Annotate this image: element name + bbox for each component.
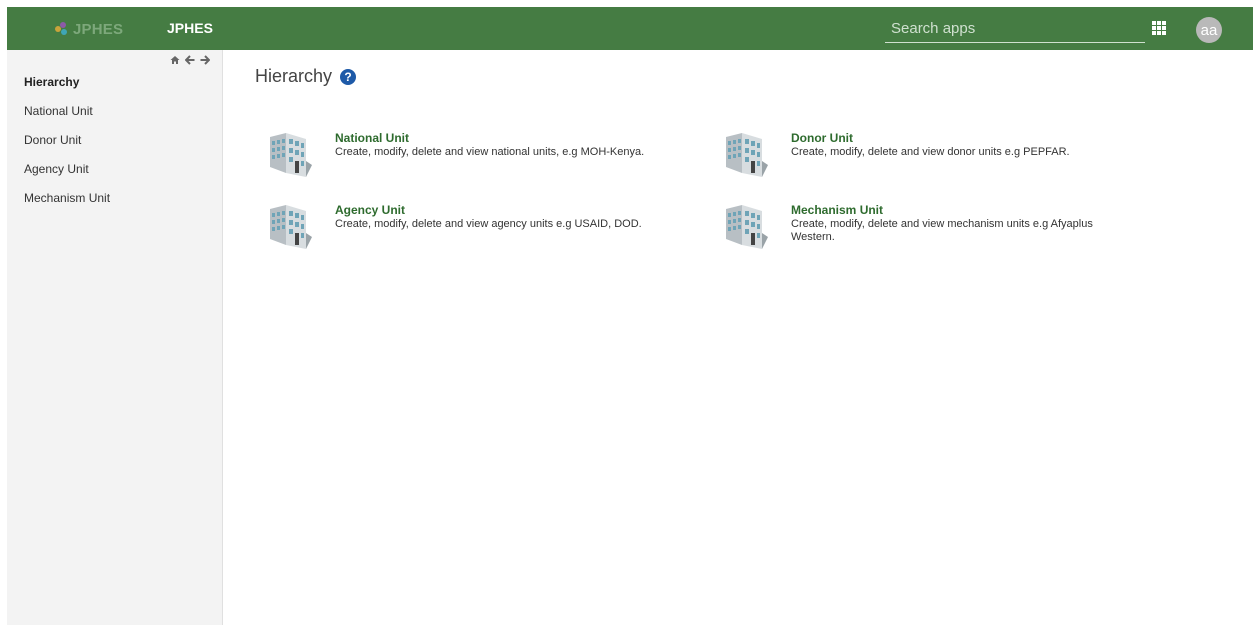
logo-text: JPHES [73, 20, 124, 38]
grid-icon[interactable] [1152, 21, 1166, 35]
card-description: Create, modify, delete and view mechanis… [791, 218, 1093, 243]
card-description: Create, modify, delete and view donor un… [791, 146, 1070, 158]
sidebar-menu: Hierarchy National Unit Donor Unit Agenc… [7, 72, 222, 217]
question-icon[interactable]: ? [340, 68, 357, 85]
app-logo[interactable]: JPHES [55, 20, 123, 38]
page-title: Hierarchy ? [255, 66, 357, 87]
card-title[interactable]: National Unit [335, 131, 409, 145]
building-icon [726, 133, 768, 177]
home-icon[interactable] [170, 54, 180, 68]
sidebar-item-donor-unit[interactable]: Donor Unit [7, 130, 222, 159]
page-title-text: Hierarchy [255, 66, 333, 86]
card-mechanism-unit[interactable]: Mechanism Unit Create, modify, delete an… [724, 203, 1144, 253]
card-description: Create, modify, delete and view national… [335, 146, 645, 158]
search-input[interactable] [885, 16, 1151, 40]
sidebar-nav-icons [170, 54, 211, 68]
building-icon [726, 205, 768, 249]
logo-icon [55, 22, 69, 36]
sidebar-item-hierarchy[interactable]: Hierarchy [7, 72, 222, 101]
sidebar-item-national-unit[interactable]: National Unit [7, 101, 222, 130]
search-apps [885, 16, 1151, 43]
card-title[interactable]: Mechanism Unit [791, 203, 883, 217]
card-title[interactable]: Donor Unit [791, 131, 853, 145]
top-header-bar: JPHES JPHES aa [7, 7, 1253, 50]
sidebar-item-agency-unit[interactable]: Agency Unit [7, 159, 222, 188]
user-avatar[interactable]: aa [1196, 17, 1222, 43]
sidebar: Hierarchy National Unit Donor Unit Agenc… [7, 50, 223, 625]
building-icon [270, 205, 312, 249]
card-description: Create, modify, delete and view agency u… [335, 218, 642, 230]
app-title: JPHES [167, 20, 213, 36]
sidebar-item-mechanism-unit[interactable]: Mechanism Unit [7, 188, 222, 217]
arrow-left-icon[interactable] [184, 54, 195, 68]
card-donor-unit[interactable]: Donor Unit Create, modify, delete and vi… [724, 131, 1144, 181]
card-national-unit[interactable]: National Unit Create, modify, delete and… [268, 131, 688, 181]
arrow-right-icon[interactable] [200, 54, 211, 68]
card-agency-unit[interactable]: Agency Unit Create, modify, delete and v… [268, 203, 688, 253]
card-title[interactable]: Agency Unit [335, 203, 405, 217]
building-icon [270, 133, 312, 177]
